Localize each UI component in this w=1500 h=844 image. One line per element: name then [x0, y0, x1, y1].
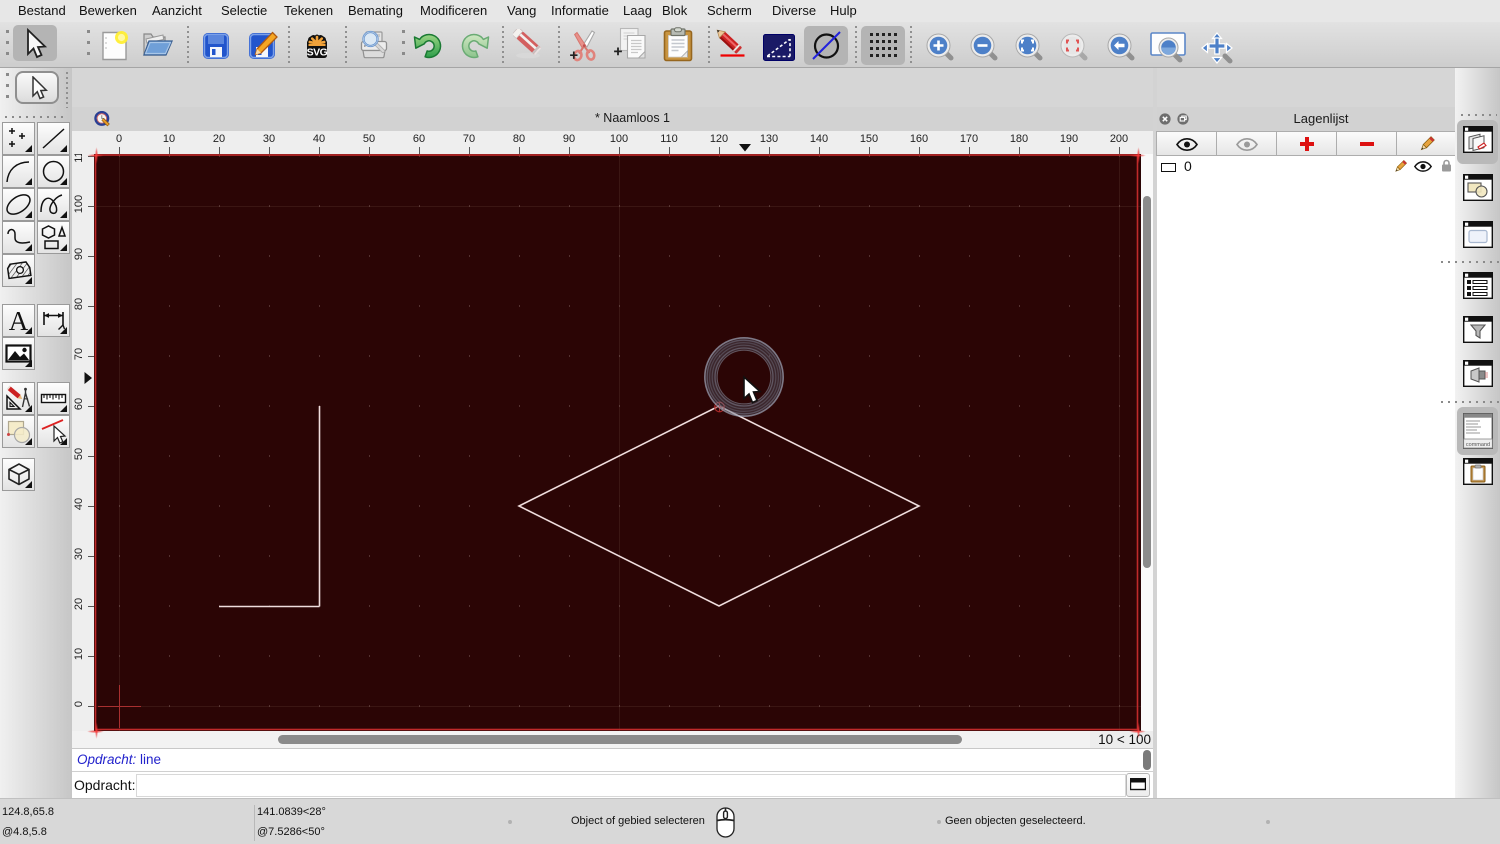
svg-text:SVG: SVG	[307, 47, 328, 59]
svg-text:command: command	[1466, 442, 1490, 448]
